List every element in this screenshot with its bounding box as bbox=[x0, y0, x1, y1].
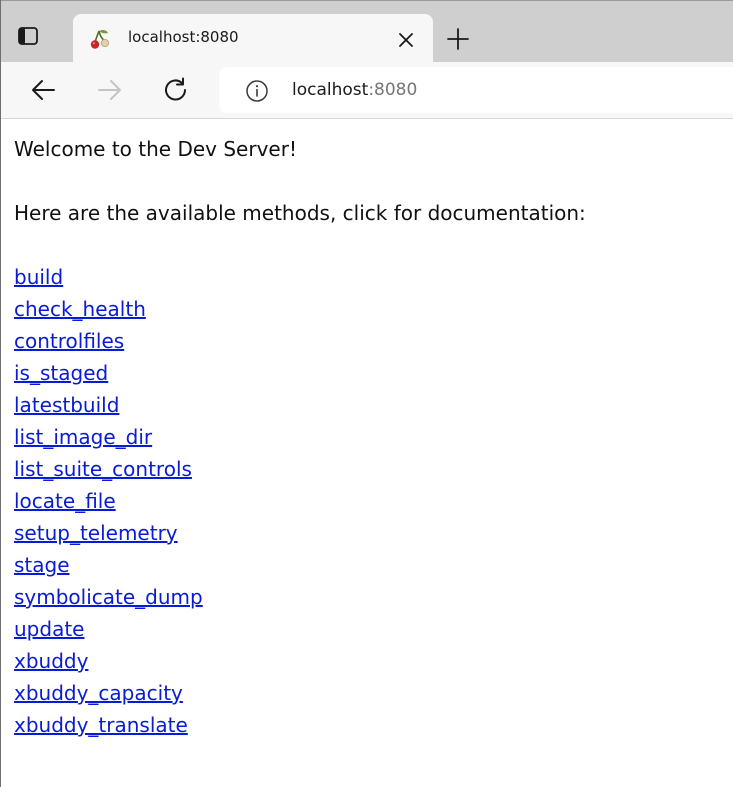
method-link[interactable]: latestbuild bbox=[14, 389, 119, 421]
address-bar[interactable]: localhost:8080 bbox=[219, 67, 733, 113]
intro-text: Here are the available methods, click fo… bbox=[14, 201, 586, 225]
welcome-heading: Welcome to the Dev Server! bbox=[14, 137, 297, 161]
url-host: localhost bbox=[292, 80, 369, 100]
method-link[interactable]: locate_file bbox=[14, 485, 116, 517]
method-link-list: build check_health controlfiles is_staged la… bbox=[14, 261, 724, 741]
browser-window: localhost:8080 localhost:8080 Welcome to… bbox=[0, 0, 733, 787]
tab-title: localhost:8080 bbox=[128, 28, 239, 46]
close-icon[interactable] bbox=[395, 29, 417, 51]
method-link[interactable]: xbuddy bbox=[14, 645, 88, 677]
method-link[interactable]: build bbox=[14, 261, 63, 293]
method-link[interactable]: update bbox=[14, 613, 84, 645]
reload-icon[interactable] bbox=[162, 76, 190, 104]
page-content: Welcome to the Dev Server! Here are the … bbox=[14, 133, 724, 741]
method-link[interactable]: symbolicate_dump bbox=[14, 581, 203, 613]
method-link[interactable]: xbuddy_translate bbox=[14, 709, 188, 741]
browser-toolbar: localhost:8080 bbox=[1, 62, 733, 119]
info-icon[interactable] bbox=[245, 79, 269, 103]
url-port: :8080 bbox=[368, 80, 418, 100]
method-link[interactable]: controlfiles bbox=[14, 325, 124, 357]
forward-arrow-icon[interactable] bbox=[96, 76, 124, 104]
method-link[interactable]: stage bbox=[14, 549, 70, 581]
tab-actions-icon[interactable] bbox=[17, 25, 39, 47]
tab-localhost[interactable]: localhost:8080 bbox=[73, 14, 433, 63]
tab-strip: localhost:8080 bbox=[1, 0, 733, 63]
method-link[interactable]: is_staged bbox=[14, 357, 108, 389]
method-link[interactable]: xbuddy_capacity bbox=[14, 677, 183, 709]
back-arrow-icon[interactable] bbox=[29, 76, 57, 104]
method-link[interactable]: check_health bbox=[14, 293, 146, 325]
method-link[interactable]: list_image_dir bbox=[14, 421, 152, 453]
plus-icon[interactable] bbox=[446, 27, 470, 51]
method-link[interactable]: setup_telemetry bbox=[14, 517, 178, 549]
cherry-favicon-icon bbox=[87, 27, 111, 51]
url-text: localhost:8080 bbox=[292, 80, 417, 100]
method-link[interactable]: list_suite_controls bbox=[14, 453, 192, 485]
